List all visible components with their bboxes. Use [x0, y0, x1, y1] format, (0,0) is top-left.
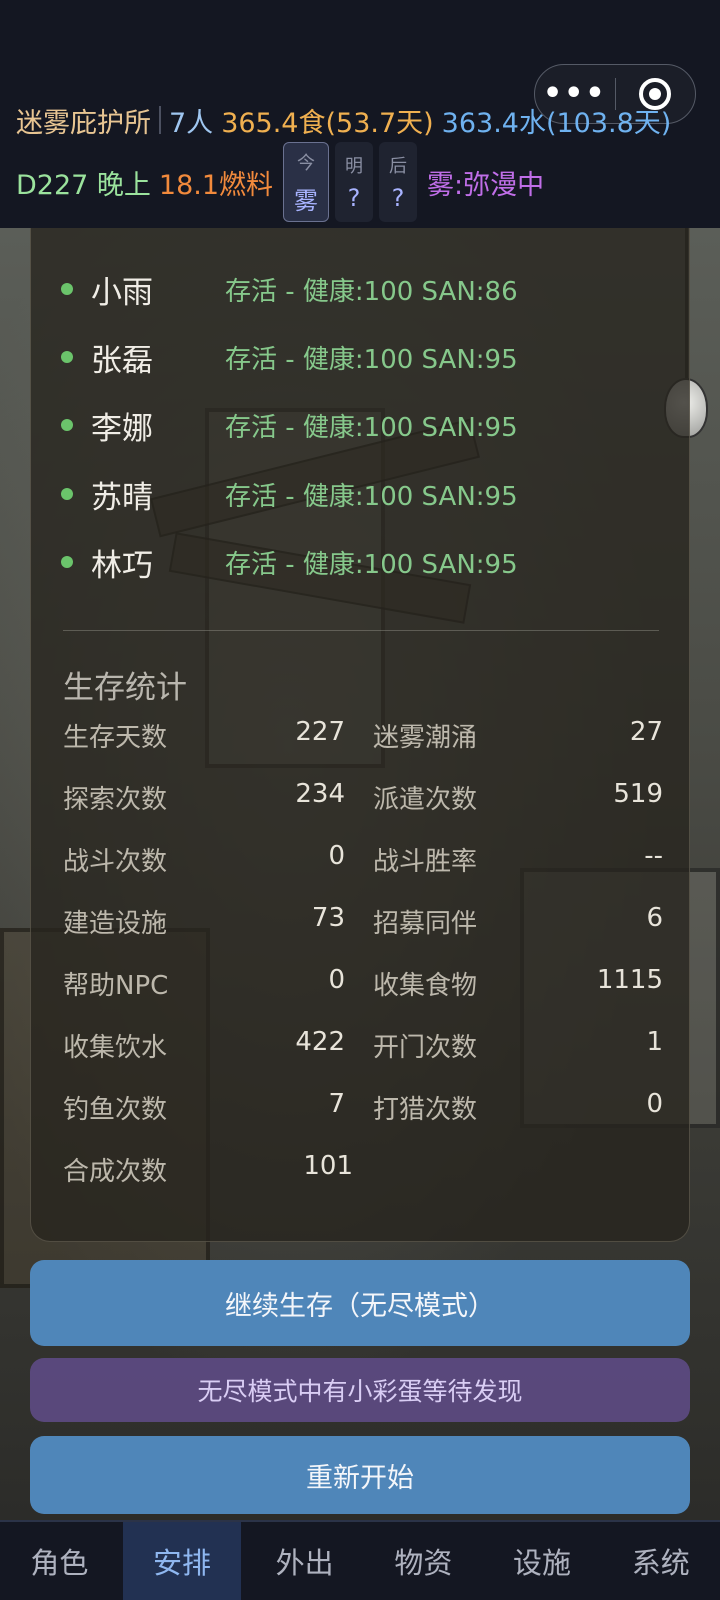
- stats-row: 战斗次数 0 战斗胜率 --: [63, 828, 663, 890]
- section-divider: [63, 630, 659, 631]
- stats-title: 生存统计: [63, 670, 187, 706]
- member-row: 小雨 存活 - 健康:100 SAN:86: [61, 264, 661, 314]
- member-name: 苏晴: [91, 479, 153, 516]
- stats-row: 探索次数 234 派遣次数 519: [63, 766, 663, 828]
- stat-item: 招募同伴 6: [373, 902, 663, 939]
- stat-item: 合成次数 101: [63, 1150, 353, 1187]
- alive-dot-icon: [61, 419, 73, 431]
- member-name: 张磊: [91, 342, 153, 379]
- stats-row: 钓鱼次数 7 打猎次数 0: [63, 1076, 663, 1138]
- resource-line: 迷雾庇护所 7人 365.4食(53.7天) 363.4水(103.8天): [16, 100, 671, 140]
- stat-item: 收集食物 1115: [373, 964, 663, 1001]
- member-name: 小雨: [91, 274, 153, 311]
- alive-dot-icon: [61, 283, 73, 295]
- alive-dot-icon: [61, 556, 73, 568]
- alive-dot-icon: [61, 351, 73, 363]
- member-name: 李娜: [91, 410, 153, 447]
- shelter-name: 迷雾庇护所: [16, 107, 151, 139]
- restart-button[interactable]: 重新开始: [30, 1436, 690, 1514]
- fog-forecast-tomorrow[interactable]: 明 ?: [335, 142, 374, 222]
- tab-facilities[interactable]: 设施: [483, 1522, 602, 1600]
- stat-item: 建造设施 73: [63, 902, 345, 939]
- fog-forecast-today[interactable]: 今 雾: [283, 142, 330, 222]
- top-status-bar: ••• 迷雾庇护所 7人 365.4食(53.7天) 363.4水(103.8天…: [0, 0, 720, 228]
- member-name: 林巧: [91, 547, 153, 584]
- fog-forecast-after[interactable]: 后 ?: [379, 142, 418, 222]
- stats-row: 收集饮水 422 开门次数 1: [63, 1014, 663, 1076]
- stats-grid: 生存天数 227 迷雾潮涌 27 探索次数 234 派遣次数 519 战斗次数 0 战斗胜…: [63, 704, 663, 1200]
- stat-item: 迷雾潮涌 27: [373, 716, 663, 753]
- tab-character[interactable]: 角色: [0, 1522, 119, 1600]
- member-row: 林巧 存活 - 健康:100 SAN:95: [61, 537, 661, 587]
- time-weather-line: D227 晚上 18.1燃料 今 雾 明 ? 后 ? 雾:弥漫中: [16, 142, 544, 222]
- stat-item: 派遣次数 519: [373, 778, 663, 815]
- easter-egg-hint: 无尽模式中有小彩蛋等待发现: [30, 1358, 690, 1422]
- divider: [159, 106, 161, 134]
- tab-arrange[interactable]: 安排: [122, 1522, 242, 1600]
- stat-item: 战斗次数 0: [63, 840, 345, 877]
- tab-supplies[interactable]: 物资: [364, 1522, 483, 1600]
- tab-system[interactable]: 系统: [601, 1522, 720, 1600]
- member-status: 存活 - 健康:100 SAN:95: [225, 481, 518, 512]
- stats-row: 合成次数 101: [63, 1138, 663, 1200]
- fuel-amount: 18.1燃料: [158, 169, 274, 201]
- food-amount: 365.4食(53.7天): [221, 107, 434, 139]
- stat-item: 生存天数 227: [63, 716, 345, 753]
- member-status: 存活 - 健康:100 SAN:86: [225, 276, 518, 307]
- alive-dot-icon: [61, 488, 73, 500]
- member-status: 存活 - 健康:100 SAN:95: [225, 344, 518, 375]
- stat-item: 开门次数 1: [373, 1026, 663, 1063]
- stat-item: 打猎次数 0: [373, 1088, 663, 1125]
- stat-item: 帮助NPC 0: [63, 964, 345, 1001]
- member-row: 苏晴 存活 - 健康:100 SAN:95: [61, 469, 661, 519]
- stat-item: 探索次数 234: [63, 778, 345, 815]
- survival-summary-card[interactable]: 小雨 存活 - 健康:100 SAN:86 张磊 存活 - 健康:100 SAN…: [30, 228, 690, 1242]
- water-amount: 363.4水(103.8天): [441, 107, 672, 139]
- member-row: 李娜 存活 - 健康:100 SAN:95: [61, 400, 661, 450]
- stat-item: 战斗胜率 --: [373, 840, 663, 877]
- stat-item: 收集饮水 422: [63, 1026, 345, 1063]
- stats-row: 生存天数 227 迷雾潮涌 27: [63, 704, 663, 766]
- member-status: 存活 - 健康:100 SAN:95: [225, 549, 518, 580]
- day-counter: D227 晚上: [16, 169, 151, 201]
- fog-status: 雾:弥漫中: [427, 169, 545, 201]
- stats-row: 帮助NPC 0 收集食物 1115: [63, 952, 663, 1014]
- tab-outing[interactable]: 外出: [245, 1522, 364, 1600]
- continue-endless-button[interactable]: 继续生存（无尽模式）: [30, 1260, 690, 1346]
- bottom-nav: 角色 安排 外出 物资 设施 系统: [0, 1520, 720, 1600]
- member-row: 张磊 存活 - 健康:100 SAN:95: [61, 332, 661, 382]
- people-count: 7人: [169, 107, 214, 139]
- member-status: 存活 - 健康:100 SAN:95: [225, 412, 518, 443]
- stat-item: 钓鱼次数 7: [63, 1088, 345, 1125]
- stats-row: 建造设施 73 招募同伴 6: [63, 890, 663, 952]
